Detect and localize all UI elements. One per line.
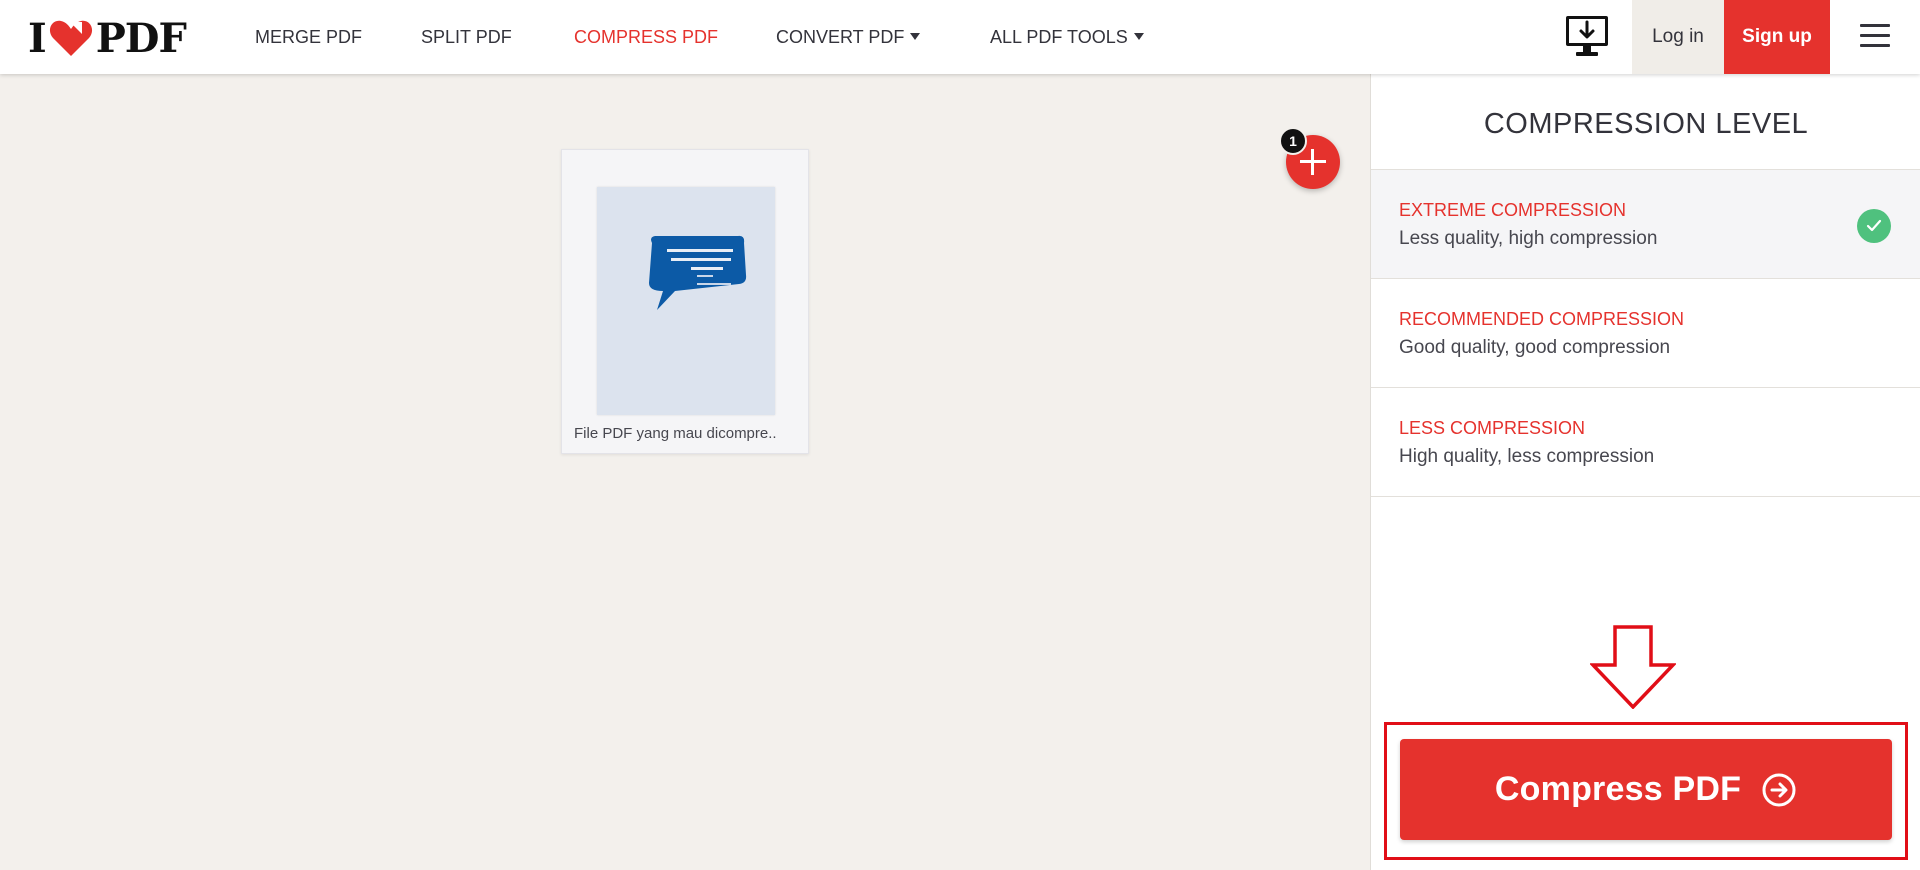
option-less-compression[interactable]: LESS COMPRESSION High quality, less comp… — [1371, 388, 1920, 496]
speech-bubble-icon — [649, 235, 747, 310]
option-description: High quality, less compression — [1399, 446, 1655, 467]
check-icon — [1857, 209, 1891, 243]
nav-split-pdf[interactable]: SPLIT PDF — [421, 27, 512, 48]
file-name-label: File PDF yang mau dicompre.. — [574, 425, 777, 442]
signup-button[interactable]: Sign up — [1724, 0, 1830, 74]
logo-text-pdf: PDF — [95, 14, 187, 62]
hamburger-menu-icon[interactable] — [1860, 24, 1890, 48]
option-description: Good quality, good compression — [1399, 337, 1671, 358]
option-description: Less quality, high compression — [1399, 228, 1658, 249]
arrow-right-circle-icon — [1762, 773, 1796, 806]
caret-down-icon — [910, 32, 921, 40]
annotation-arrow-down-icon — [1590, 625, 1676, 709]
option-title: EXTREME COMPRESSION — [1399, 200, 1627, 220]
compress-button-label: Compress PDF — [1494, 770, 1742, 808]
nav-all-pdf-tools[interactable]: ALL PDF TOOLS — [990, 27, 1144, 48]
login-button[interactable]: Log in — [1632, 0, 1724, 74]
nav-convert-pdf[interactable]: CONVERT PDF — [776, 27, 921, 48]
ilovepdf-logo[interactable]: I PDF — [28, 15, 187, 62]
compress-pdf-button[interactable]: Compress PDF — [1400, 739, 1892, 840]
option-title: LESS COMPRESSION — [1399, 418, 1586, 438]
desktop-download-icon — [1566, 16, 1608, 56]
desktop-app-button[interactable] — [1564, 14, 1610, 58]
logo-letter-i: I — [28, 14, 47, 62]
option-recommended-compression[interactable]: RECOMMENDED COMPRESSION Good quality, go… — [1371, 279, 1920, 387]
divider — [1371, 496, 1920, 497]
option-title: RECOMMENDED COMPRESSION — [1399, 309, 1685, 329]
nav-compress-pdf[interactable]: COMPRESS PDF — [574, 27, 718, 48]
caret-down-icon — [1133, 32, 1144, 40]
sidebar-title: COMPRESSION LEVEL — [1483, 108, 1809, 140]
pdf-thumbnail — [597, 187, 775, 415]
nav-merge-pdf[interactable]: MERGE PDF — [255, 27, 362, 48]
top-header: I PDF MERGE PDF SPLIT PDF COMPRESS PDF C… — [0, 0, 1920, 74]
file-count-badge: 1 — [1279, 127, 1307, 155]
pdf-file-card[interactable]: File PDF yang mau dicompre.. — [561, 149, 809, 454]
heart-icon — [49, 20, 92, 56]
option-extreme-compression[interactable]: EXTREME COMPRESSION Less quality, high c… — [1371, 170, 1920, 278]
